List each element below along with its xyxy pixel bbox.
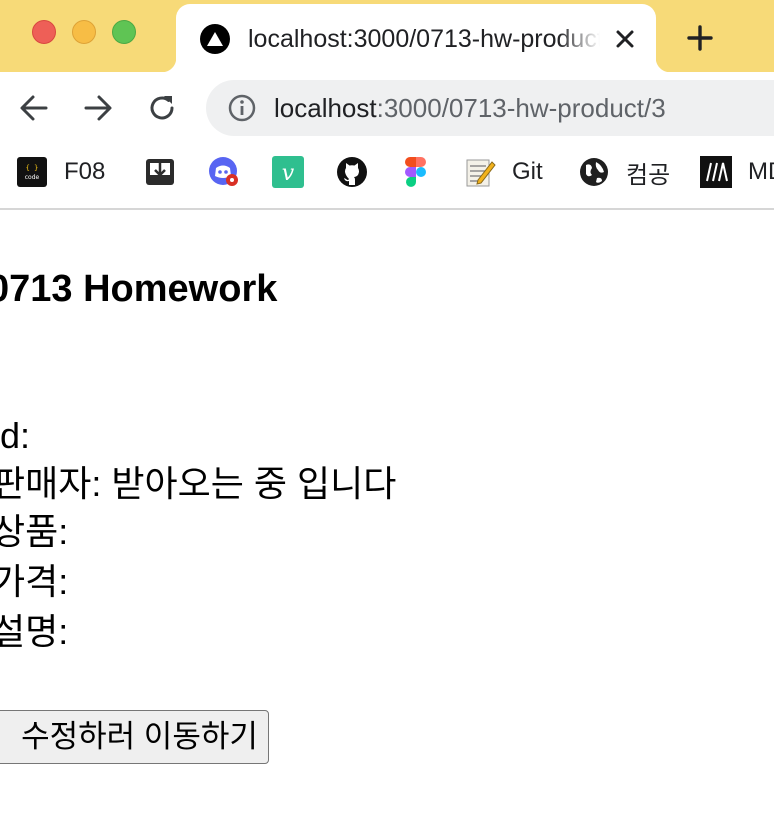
arrow-right-icon[interactable] [80,90,116,126]
field-value: 받아오는 중 입니다 [111,463,397,504]
arrow-left-icon[interactable] [16,90,52,126]
inbox-icon [144,156,176,188]
edit-button[interactable]: 수정하러 이동하기 [0,710,269,764]
reload-icon[interactable] [144,90,180,126]
bookmark-github[interactable] [336,156,368,188]
bookmark-label: 컴공 [626,161,671,189]
plus-icon[interactable] [684,22,716,54]
svg-text:{ }: { } [26,164,39,172]
field-label: 판매자: [0,463,102,504]
github-icon [336,156,368,188]
svg-text:v: v [282,161,295,186]
field-label: 상품: [0,511,69,552]
window-maximize-button[interactable] [112,20,136,44]
globe-icon [578,156,610,188]
page-title: 0713 Homework [0,268,278,310]
field-seller: 판매자: 받아오는 중 입니다 [0,460,396,508]
field-label: 가격: [0,561,69,602]
bookmark-label: MD [748,158,774,185]
md-icon [700,156,732,188]
field-label: id: [0,415,31,456]
page-content: 0713 Homework id: 판매자: 받아오는 중 입니다 상품: 가격… [0,210,774,828]
window-minimize-button[interactable] [72,20,96,44]
field-id: id: [0,412,30,460]
bookmark-discord[interactable] [208,156,240,188]
close-icon[interactable] [612,26,638,52]
bookmark-vimeo[interactable]: v [272,156,304,188]
tab-title: localhost:3000/0713-hw-product/3 [248,25,600,53]
bookmark-inbox[interactable] [144,156,176,188]
tab-strip: localhost:3000/0713-hw-product/3 [0,0,774,72]
url-text[interactable]: localhost:3000/0713-hw-product/3 [274,80,666,136]
field-price: 가격: [0,558,68,606]
browser-toolbar: localhost:3000/0713-hw-product/3 [0,72,774,146]
vimeo-icon: v [272,156,304,188]
address-bar[interactable]: localhost:3000/0713-hw-product/3 [206,80,774,136]
bookmark-label: F08 [64,158,106,185]
info-icon[interactable] [228,94,256,122]
bookmark-figma[interactable] [400,156,432,188]
notepad-icon [464,156,496,188]
codecamp-icon: { } code [16,156,48,188]
bookmark-md[interactable]: MD [700,156,774,188]
active-tab[interactable]: localhost:3000/0713-hw-product/3 [162,4,670,72]
field-label: 설명: [0,611,69,652]
field-product: 상품: [0,508,68,556]
bookmark-compsci[interactable]: 컴공 [578,156,671,189]
triangle-logo-icon [200,24,230,54]
bookmark-git[interactable]: Git [464,156,543,188]
url-host: localhost [274,93,377,123]
discord-icon [208,156,240,188]
field-description: 설명: [0,608,68,656]
bookmark-f08[interactable]: { } code F08 [16,156,105,188]
figma-icon [400,156,432,188]
window-close-button[interactable] [32,20,56,44]
bookmarks-bar: { } code F08 v Git 컴공 M [0,146,774,210]
url-path: :3000/0713-hw-product/3 [376,93,666,123]
bookmark-label: Git [512,158,543,185]
svg-text:code: code [25,174,40,181]
